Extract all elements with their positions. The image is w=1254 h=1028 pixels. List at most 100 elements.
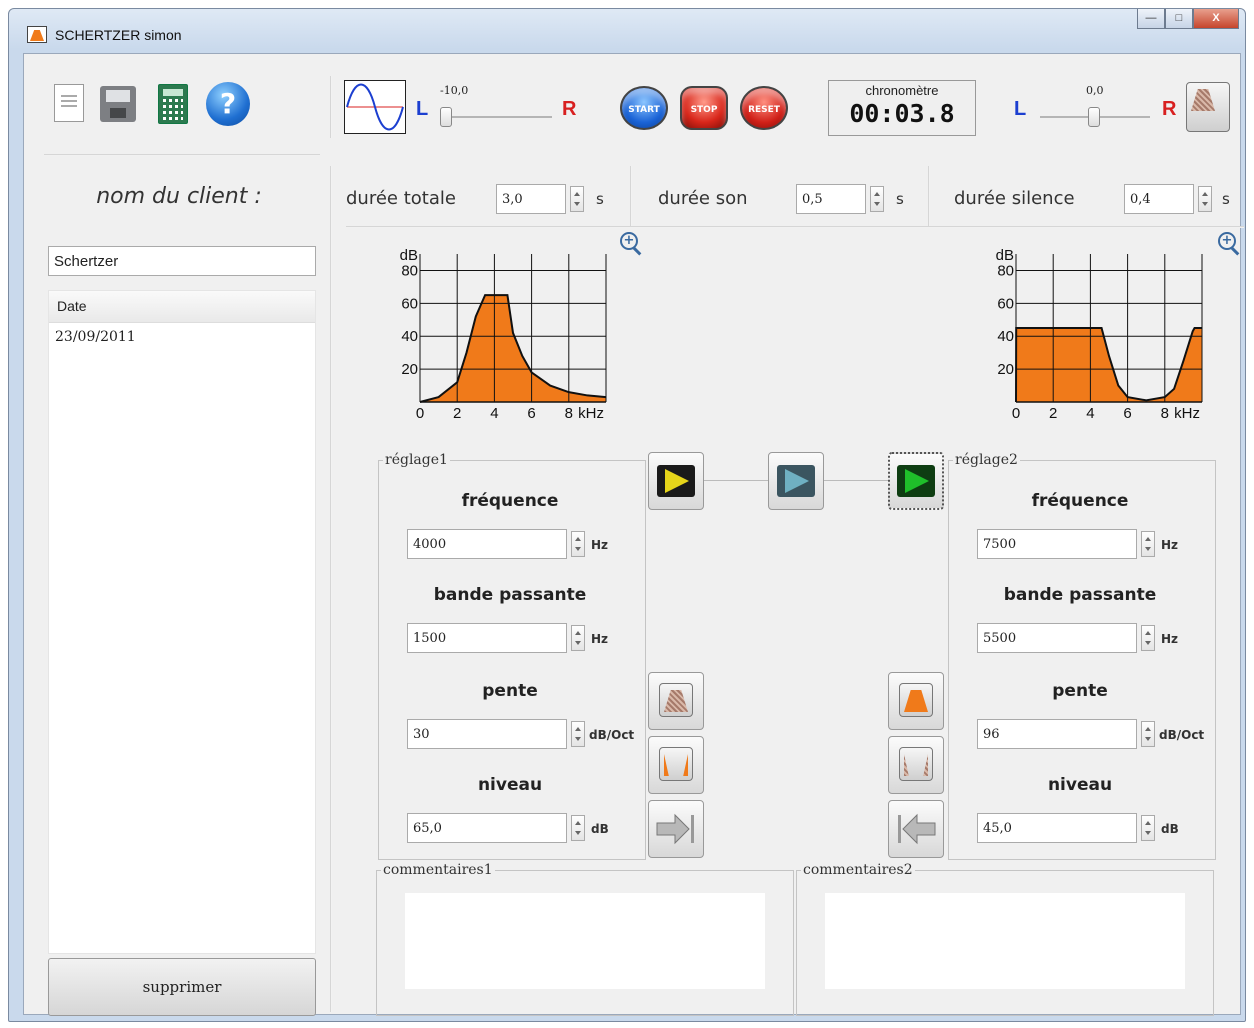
slope-stepper[interactable] <box>571 721 585 747</box>
bandwidth-field[interactable]: 1500 <box>407 623 567 653</box>
maximize-button[interactable]: □ <box>1165 9 1193 29</box>
left-slider-value: -10,0 <box>440 84 469 97</box>
copy-left-button[interactable] <box>888 800 944 858</box>
list-header-date[interactable]: Date <box>49 291 315 323</box>
frequency-stepper[interactable] <box>571 531 585 557</box>
help-icon[interactable]: ? <box>206 82 250 126</box>
frequency-field-2[interactable]: 7500 <box>977 529 1137 559</box>
bandstop-mode-button-1[interactable] <box>648 736 704 794</box>
level-label: niveau <box>477 775 543 795</box>
stop-button[interactable]: STOP <box>680 86 728 130</box>
silence-duration-stepper[interactable] <box>1198 186 1212 212</box>
save-icon[interactable] <box>100 86 136 122</box>
x-axis-label: kHz <box>578 405 604 422</box>
list-item[interactable]: 23/09/2011 <box>49 323 315 351</box>
sound-duration-label: durée son <box>658 188 748 209</box>
bandwidth-stepper[interactable] <box>571 625 585 651</box>
bandwidth-label-2: bande passante <box>1003 585 1157 605</box>
reglage2-group: réglage2 fréquence 7500 Hz bande passant… <box>948 452 1216 860</box>
balance-slider-thumb-2[interactable] <box>1088 107 1100 127</box>
close-button[interactable]: X <box>1193 9 1239 29</box>
x-tick-label: 8 <box>1161 405 1169 422</box>
new-document-icon[interactable] <box>54 84 84 122</box>
comments1-group: commentaires1 <box>376 862 794 1016</box>
app-icon <box>27 26 47 43</box>
minimize-button[interactable]: — <box>1137 9 1165 29</box>
level-stepper[interactable] <box>571 815 585 841</box>
comments2-field[interactable] <box>825 893 1185 989</box>
client-name-label: nom du client : <box>96 184 262 209</box>
right-channel-label-2: R <box>1162 98 1177 120</box>
waveform-sine-icon[interactable] <box>344 80 406 134</box>
frequency-unit-2: Hz <box>1161 538 1179 552</box>
bandwidth-unit: Hz <box>591 632 609 646</box>
left-channel-label-2: L <box>1014 98 1027 120</box>
play-green-button[interactable] <box>888 452 944 510</box>
level-label-2: niveau <box>1047 775 1113 795</box>
total-duration-stepper[interactable] <box>570 186 584 212</box>
y-axis-label: dB <box>996 247 1014 264</box>
comments1-field[interactable] <box>405 893 765 989</box>
bandstop-icon-2 <box>899 747 933 781</box>
zoom-in-icon[interactable]: + <box>620 232 638 250</box>
bandpass-mode-button-2[interactable] <box>888 672 944 730</box>
slope-unit: dB/Oct <box>589 728 635 742</box>
comments1-title: commentaires1 <box>381 862 495 878</box>
frequency-stepper-2[interactable] <box>1141 531 1155 557</box>
window-controls: — □ X <box>1137 9 1239 29</box>
y-tick-label: 40 <box>997 328 1014 345</box>
bandwidth-field-2[interactable]: 5500 <box>977 623 1137 653</box>
duration-divider-1 <box>630 166 632 228</box>
bandpass-filter-icon[interactable] <box>1186 82 1230 132</box>
left-divider <box>44 154 320 156</box>
slope-field[interactable]: 30 <box>407 719 567 749</box>
frequency-field[interactable]: 4000 <box>407 529 567 559</box>
balance-slider-track[interactable] <box>442 116 552 118</box>
x-tick-label: 4 <box>1086 405 1094 422</box>
bandstop-mode-button-2[interactable] <box>888 736 944 794</box>
bandwidth-stepper-2[interactable] <box>1141 625 1155 651</box>
total-duration-label: durée totale <box>346 188 456 209</box>
title-bar: SCHERTZER simon — □ X <box>9 9 1245 51</box>
slope-field-2[interactable]: 96 <box>977 719 1137 749</box>
level-field[interactable]: 65,0 <box>407 813 567 843</box>
x-tick-label: 6 <box>1123 405 1131 422</box>
y-tick-label: 80 <box>401 262 418 279</box>
balance-slider-thumb[interactable] <box>440 107 452 127</box>
start-button[interactable]: START <box>620 86 668 130</box>
app-window: SCHERTZER simon — □ X ? L -10,0 R START … <box>8 8 1246 1022</box>
slope-stepper-2[interactable] <box>1141 721 1155 747</box>
level-stepper-2[interactable] <box>1141 815 1155 841</box>
x-tick-label: 0 <box>1012 405 1020 422</box>
sound-duration-unit: s <box>896 190 904 208</box>
sound-duration-stepper[interactable] <box>870 186 884 212</box>
reset-button[interactable]: RESET <box>740 86 788 130</box>
bandpass-mode-button-1[interactable] <box>648 672 704 730</box>
comments2-group: commentaires2 <box>796 862 1214 1016</box>
play-both-button[interactable] <box>768 452 824 510</box>
level-field-2[interactable]: 45,0 <box>977 813 1137 843</box>
calculator-icon[interactable] <box>158 84 188 124</box>
zoom-in-icon-2[interactable]: + <box>1218 232 1236 250</box>
panel-divider <box>330 166 332 1012</box>
duration-row-divider <box>346 226 1244 228</box>
session-list[interactable]: Date 23/09/2011 <box>48 290 316 954</box>
total-duration-field[interactable]: 3,0 <box>496 184 566 214</box>
y-tick-label: 60 <box>401 295 418 312</box>
delete-button[interactable]: supprimer <box>48 958 316 1016</box>
total-duration-unit: s <box>596 190 604 208</box>
chronometer: chronomètre 00:03.8 <box>828 80 976 136</box>
y-tick-label: 40 <box>401 328 418 345</box>
toolbar-divider <box>330 76 332 138</box>
y-tick-label: 20 <box>401 361 418 378</box>
silence-duration-label: durée silence <box>954 188 1075 209</box>
silence-duration-unit: s <box>1222 190 1230 208</box>
main-panel: ? L -10,0 R START STOP RESET chronomètre… <box>23 53 1244 1016</box>
level-unit-2: dB <box>1161 822 1179 836</box>
silence-duration-field[interactable]: 0,4 <box>1124 184 1194 214</box>
reglage1-group: réglage1 fréquence 4000 Hz bande passant… <box>378 452 646 860</box>
client-name-field[interactable]: Schertzer <box>48 246 316 276</box>
copy-right-button[interactable] <box>648 800 704 858</box>
play-yellow-button[interactable] <box>648 452 704 510</box>
sound-duration-field[interactable]: 0,5 <box>796 184 866 214</box>
